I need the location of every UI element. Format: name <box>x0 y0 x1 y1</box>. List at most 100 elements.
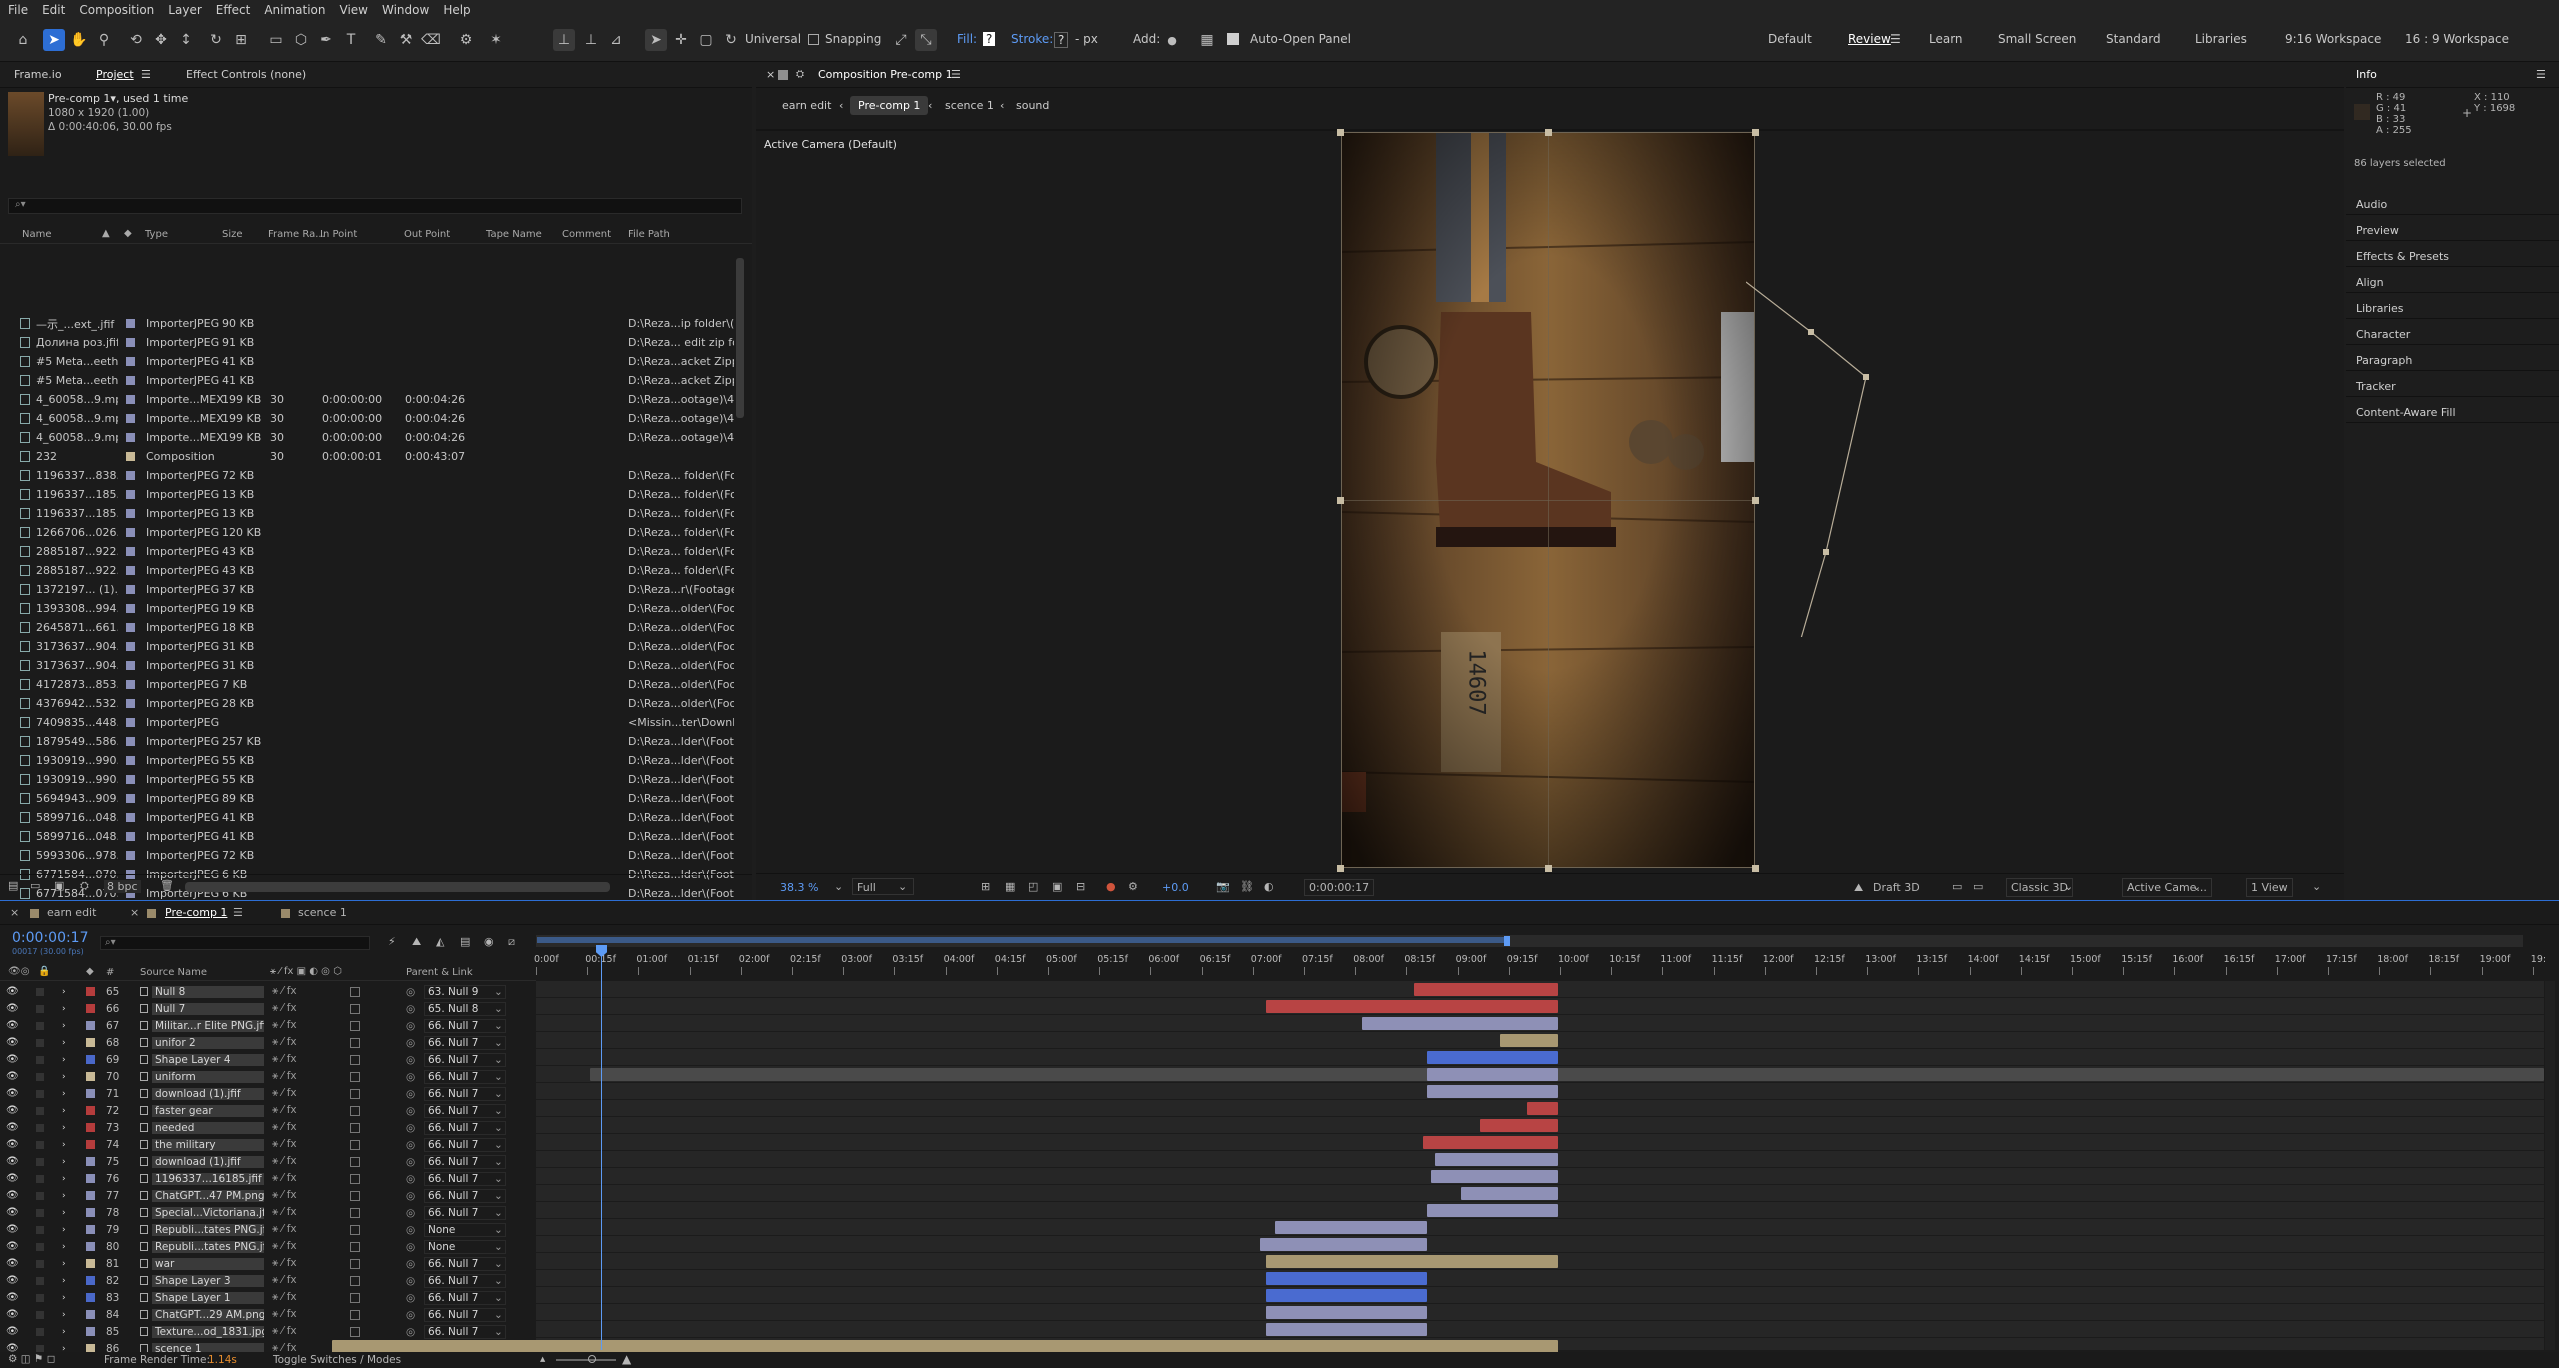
layer-label-color[interactable] <box>86 1072 95 1081</box>
timeline-scrollbar[interactable] <box>2545 981 2555 1350</box>
menu-file[interactable]: File <box>8 3 28 17</box>
pick-whip-icon[interactable]: ◎ <box>406 1071 415 1083</box>
layer-row[interactable]: 👁 › 69 Shape Layer 4 ⚹ ⁄ fx ◎ 66. Null 7 ⌄ <box>0 1051 536 1068</box>
project-item-row[interactable]: #5 Meta...eeth.jfif ImporterJPEG41 KB D:\R… <box>0 371 752 390</box>
layer-switches-icons[interactable]: ⚹ ⁄ fx <box>272 1257 297 1270</box>
handle-mr[interactable] <box>1752 497 1759 504</box>
pick-whip-icon[interactable]: ◎ <box>406 1207 415 1219</box>
layer-duration-bar[interactable] <box>1266 1323 1427 1336</box>
project-item-row[interactable]: 5993306...978.jfif ImporterJPEG72 KB D:\Re… <box>0 846 752 865</box>
label-color-swatch[interactable] <box>126 756 135 765</box>
zoom-tool-icon[interactable]: ⚲ <box>93 29 115 51</box>
layer-source-name[interactable]: Null 8 <box>152 985 264 998</box>
layer-source-name[interactable]: ChatGPT...29 AM.png <box>152 1308 264 1321</box>
visibility-eye-icon[interactable]: 👁 <box>6 1224 19 1235</box>
layer-switch-box[interactable] <box>350 1020 360 1031</box>
dolly-tool-icon[interactable]: ↕ <box>175 29 197 51</box>
bit-depth-button[interactable]: 8 bpc <box>104 880 141 893</box>
lock-toggle[interactable] <box>36 1004 44 1013</box>
layer-duration-bar[interactable] <box>1427 1204 1558 1217</box>
visibility-eye-icon[interactable]: 👁 <box>6 1088 19 1099</box>
transform-move-icon[interactable]: ✛ <box>670 29 692 51</box>
label-col-icon[interactable]: ◆ <box>124 228 132 239</box>
project-item-row[interactable]: 4_60058...9.mp4 Importe...MEX199 KB 30 0:00… <box>0 409 752 428</box>
visibility-eye-icon[interactable]: 👁 <box>6 1020 19 1031</box>
layer-switch-box[interactable] <box>350 1105 360 1116</box>
shy-icon[interactable]: ◭ <box>436 935 444 948</box>
layer-source-name[interactable]: Special...Victoriana.jfif <box>152 1206 264 1219</box>
roi-icon[interactable]: ▣ <box>1052 880 1062 893</box>
project-item-row[interactable]: 1196337...185.jfif ImporterJPEG13 KB D:\Re… <box>0 485 752 504</box>
layer-label-color[interactable] <box>86 1327 95 1336</box>
graph-editor-icon[interactable]: ⧄ <box>508 935 515 949</box>
layer-duration-bar[interactable] <box>1431 1170 1558 1183</box>
col-tape-name[interactable]: Tape Name <box>486 229 542 240</box>
label-color-swatch[interactable] <box>126 661 135 670</box>
stroke-label[interactable]: Stroke: <box>1011 32 1053 46</box>
label-color-swatch[interactable] <box>126 319 135 328</box>
layer-switch-box[interactable] <box>350 1326 360 1337</box>
project-item-row[interactable]: 1196337...185.jfif ImporterJPEG13 KB D:\Re… <box>0 504 752 523</box>
layer-switches-icons[interactable]: ⚹ ⁄ fx <box>272 1240 297 1253</box>
layer-label-color[interactable] <box>86 1191 95 1200</box>
layer-switch-box[interactable] <box>350 1190 360 1201</box>
visibility-eye-icon[interactable]: 👁 <box>6 1309 19 1320</box>
info-menu-icon[interactable]: ☰ <box>2536 68 2546 81</box>
layer-row[interactable]: 👁 › 76 1196337...16185.jfif ⚹ ⁄ fx ◎ 66. Null … <box>0 1170 536 1187</box>
layer-duration-bar[interactable] <box>1260 1238 1427 1251</box>
layer-label-color[interactable] <box>86 1089 95 1098</box>
workspace-learn[interactable]: Learn <box>1929 32 1963 46</box>
layer-row[interactable]: 👁 › 70 uniform ⚹ ⁄ fx ◎ 66. Null 7 ⌄ <box>0 1068 536 1085</box>
side-panel-preview[interactable]: Preview <box>2356 224 2399 237</box>
visibility-eye-icon[interactable]: 👁 <box>6 1292 19 1303</box>
label-color-swatch[interactable] <box>126 528 135 537</box>
layer-switches-icons[interactable]: ⚹ ⁄ fx <box>272 1053 297 1066</box>
project-item-row[interactable]: 4172873...853.jfif ImporterJPEG7 KB D:\Rez… <box>0 675 752 694</box>
layer-duration-bar[interactable] <box>1427 1051 1558 1064</box>
timeline-menu-icon[interactable]: ☰ <box>233 906 243 919</box>
pick-whip-icon[interactable]: ◎ <box>406 1275 415 1287</box>
label-color-swatch[interactable] <box>126 832 135 841</box>
zoom-in-icon[interactable]: ▲ <box>622 1352 631 1366</box>
visibility-eye-icon[interactable]: 👁 <box>6 1173 19 1184</box>
visibility-eye-icon[interactable]: 👁 <box>6 1156 19 1167</box>
viewer-timecode[interactable]: 0:00:00:17 <box>1304 879 1375 896</box>
frame-blend-icon[interactable]: ▤ <box>460 935 470 948</box>
label-color-swatch[interactable] <box>126 566 135 575</box>
label-color-swatch[interactable] <box>126 490 135 499</box>
local-axis-icon[interactable]: ⊥ <box>553 29 575 51</box>
mask-visibility-icon[interactable]: ◰ <box>1028 880 1038 893</box>
expand-arrow-icon[interactable]: › <box>62 1106 66 1116</box>
layer-row[interactable]: 👁 › 74 the military ⚹ ⁄ fx ◎ 66. Null 7 ⌄ <box>0 1136 536 1153</box>
project-item-row[interactable]: 4376942...532.jfif ImporterJPEG28 KB D:\Re… <box>0 694 752 713</box>
project-scrollbar[interactable] <box>736 258 744 418</box>
selection-tool-icon[interactable]: ➤ <box>43 29 65 51</box>
draft-3d-label[interactable]: Draft 3D <box>1873 881 1920 894</box>
workspace-standard[interactable]: Standard <box>2106 32 2161 46</box>
draft-3d-icon[interactable]: ⛰ <box>1854 881 1863 895</box>
stamp-tool-icon[interactable]: ⚒ <box>395 29 417 51</box>
layer-switch-box[interactable] <box>350 1173 360 1184</box>
menu-effect[interactable]: Effect <box>216 3 251 17</box>
expand-arrow-icon[interactable]: › <box>62 1276 66 1286</box>
crumb-sound[interactable]: sound <box>1016 99 1049 112</box>
col-parent[interactable]: Parent & Link <box>406 967 473 978</box>
guides-icon[interactable]: ⊟ <box>1076 880 1085 893</box>
lock-toggle[interactable] <box>36 987 44 996</box>
layer-switches-icons[interactable]: ⚹ ⁄ fx <box>272 1308 297 1321</box>
layer-row[interactable]: 👁 › 66 Null 7 ⚹ ⁄ fx ◎ 65. Null 8 ⌄ <box>0 1000 536 1017</box>
pick-whip-icon[interactable]: ◎ <box>406 1309 415 1321</box>
lock-toggle[interactable] <box>36 1310 44 1319</box>
project-item-row[interactable]: 4_60058...9.mp4 Importe...MEX199 KB 30 0:00… <box>0 428 752 447</box>
label-color-swatch[interactable] <box>126 338 135 347</box>
layer-label-color[interactable] <box>86 1140 95 1149</box>
label-color-swatch[interactable] <box>126 623 135 632</box>
project-search-input[interactable]: ⌕▾ <box>8 198 742 214</box>
universal-label[interactable]: Universal <box>745 32 801 46</box>
layer-switch-box[interactable] <box>350 1088 360 1099</box>
reset-exposure-icon[interactable]: ◐ <box>1264 880 1274 893</box>
layer-duration-bar[interactable] <box>1427 1085 1558 1098</box>
col-size[interactable]: Size <box>222 229 243 240</box>
project-item-row[interactable]: 1266706...026.jfif ImporterJPEG120 KB D:\R… <box>0 523 752 542</box>
timeline-zoom-thumb[interactable] <box>588 1355 596 1363</box>
